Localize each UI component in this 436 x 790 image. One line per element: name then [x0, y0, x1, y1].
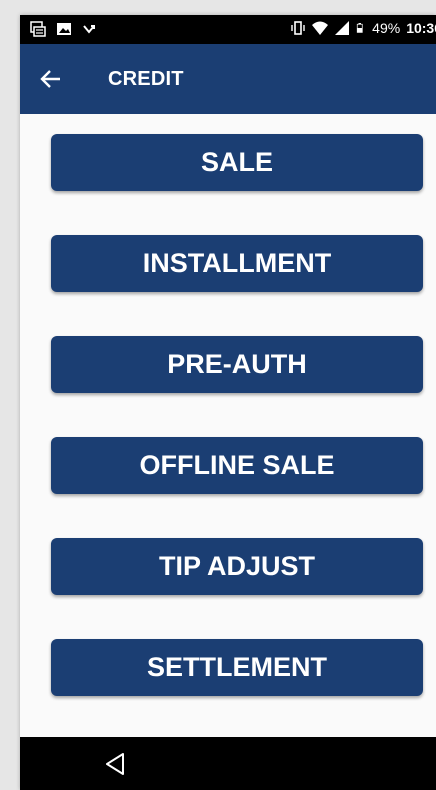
wifi-icon: [312, 21, 329, 35]
vibrate-icon: [291, 21, 305, 35]
battery-percent: 49%: [372, 20, 401, 36]
app-bar: CREDIT: [20, 44, 436, 114]
arrow-left-icon[interactable]: [38, 66, 64, 92]
system-icons: 49% 10:36: [290, 20, 436, 36]
notification-icons: [30, 21, 98, 37]
credit-menu: SALE INSTALLMENT PRE-AUTH OFFLINE SALE T…: [20, 114, 436, 738]
status-bar: 49% 10:36: [20, 15, 436, 44]
pre-auth-button[interactable]: PRE-AUTH: [51, 336, 423, 393]
settlement-button[interactable]: SETTLEMENT: [51, 639, 423, 696]
installment-button[interactable]: INSTALLMENT: [51, 235, 423, 292]
page-title: CREDIT: [108, 68, 184, 90]
device-screen: 49% 10:36 CREDIT SALE INSTALLMENT PRE-AU…: [20, 15, 436, 790]
signal-icon: [335, 21, 350, 35]
receipt-icon: [30, 21, 46, 37]
image-icon: [57, 23, 71, 35]
sale-button[interactable]: SALE: [51, 134, 423, 191]
status-time: 10:36: [406, 20, 436, 36]
battery-icon: [357, 23, 363, 33]
system-nav-bar: [20, 737, 436, 790]
offline-sale-button[interactable]: OFFLINE SALE: [51, 437, 423, 494]
tip-adjust-button[interactable]: TIP ADJUST: [51, 538, 423, 595]
triangle-back-icon[interactable]: [104, 752, 126, 776]
missed-call-icon: [83, 25, 95, 34]
